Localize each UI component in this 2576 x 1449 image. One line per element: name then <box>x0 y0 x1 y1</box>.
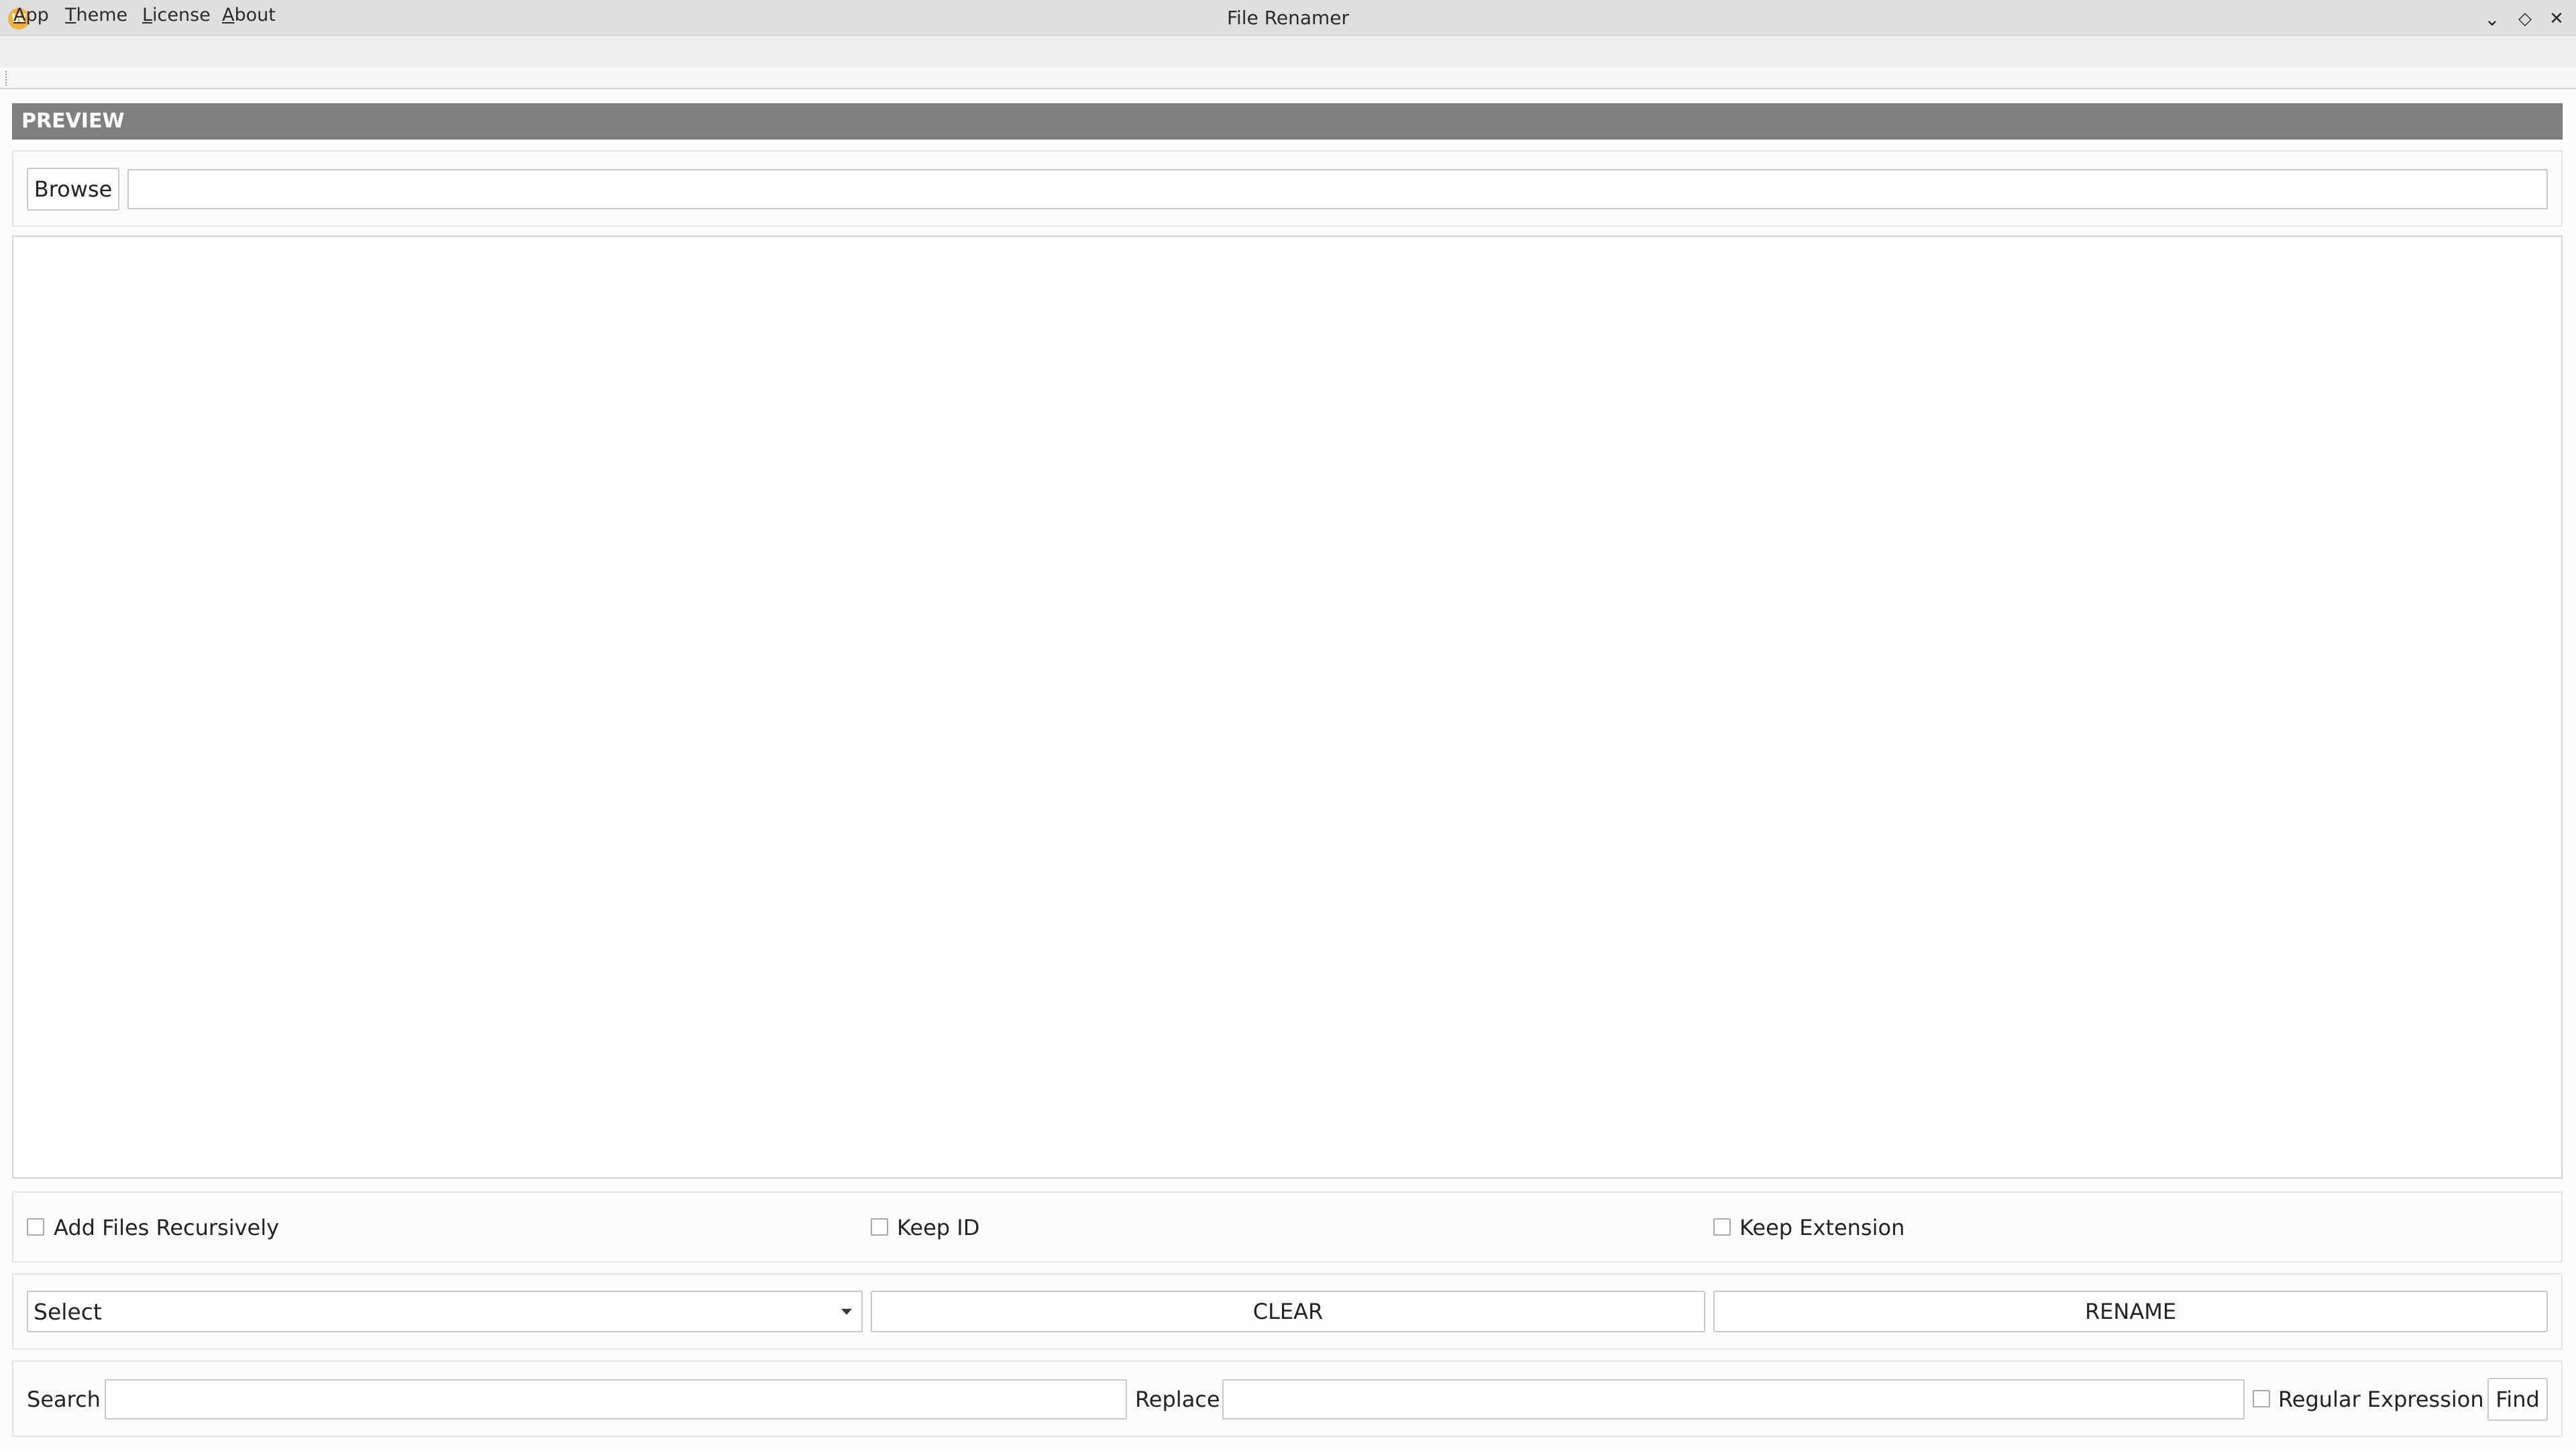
regex-label: Regular Expression <box>2278 1387 2484 1412</box>
chevron-down-icon <box>841 1308 852 1315</box>
browse-button[interactable]: Browse <box>27 168 119 211</box>
find-button[interactable]: Find <box>2487 1378 2548 1421</box>
menu-theme-label: heme <box>76 5 128 25</box>
chevron-down-icon: ⌄ <box>2484 7 2500 30</box>
rename-button[interactable]: RENAME <box>1713 1291 2548 1332</box>
close-icon: ✕ <box>2549 9 2564 29</box>
maximize-button[interactable]: ◇ <box>2512 6 2538 32</box>
toolbar-grip-handle[interactable] <box>5 71 9 86</box>
menu-about-label: bout <box>234 5 276 25</box>
menu-about[interactable]: About <box>222 3 276 28</box>
add-recursive-checkbox[interactable] <box>27 1218 44 1236</box>
menu-license[interactable]: License <box>142 3 211 28</box>
menu-app-mnemonic: A <box>13 5 26 25</box>
menu-bar <box>0 37 2576 68</box>
menu-app[interactable]: App <box>13 3 49 28</box>
regex-checkbox[interactable] <box>2253 1390 2270 1407</box>
toolbar <box>0 68 2576 89</box>
search-input[interactable] <box>105 1379 1127 1419</box>
preview-title: PREVIEW <box>21 109 125 133</box>
add-recursive-label: Add Files Recursively <box>54 1215 280 1240</box>
diamond-icon: ◇ <box>2518 9 2532 29</box>
replace-label: Replace <box>1135 1387 1220 1412</box>
preview-header <box>12 103 2563 140</box>
select-dropdown[interactable]: Select <box>27 1291 863 1332</box>
menu-app-label: pp <box>25 5 49 25</box>
path-input[interactable] <box>127 169 2548 209</box>
options-group <box>12 1191 2563 1263</box>
menu-license-mnemonic: L <box>142 5 153 25</box>
clear-button[interactable]: CLEAR <box>871 1291 1705 1332</box>
select-dropdown-value: Select <box>34 1298 102 1325</box>
title-bar <box>0 0 2576 36</box>
close-button[interactable]: ✕ <box>2544 6 2569 32</box>
menu-theme[interactable]: Theme <box>65 3 127 28</box>
preview-list[interactable] <box>12 235 2563 1179</box>
replace-input[interactable] <box>1222 1379 2245 1419</box>
keep-id-label: Keep ID <box>897 1215 980 1240</box>
keep-extension-checkbox[interactable] <box>1713 1218 1731 1236</box>
keep-extension-label: Keep Extension <box>1739 1215 1905 1240</box>
menu-theme-mnemonic: T <box>65 5 76 25</box>
minimize-button[interactable]: ⌄ <box>2479 6 2505 32</box>
keep-id-checkbox[interactable] <box>871 1218 888 1236</box>
search-label: Search <box>27 1387 101 1412</box>
menu-license-label: icense <box>152 5 211 25</box>
menu-about-mnemonic: A <box>222 5 235 25</box>
